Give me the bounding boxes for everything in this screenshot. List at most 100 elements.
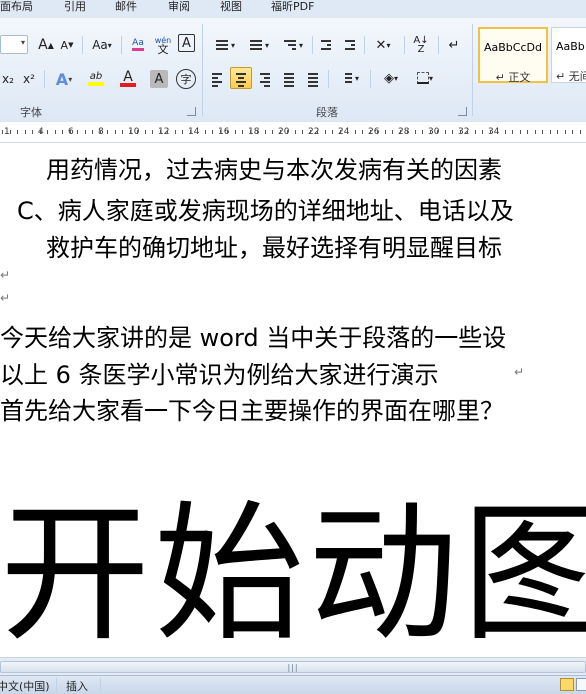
character-shading-button[interactable]: A	[150, 70, 168, 88]
ruler-tick	[265, 130, 266, 134]
ruler-tick	[370, 130, 371, 134]
chevron-down-icon: ▾	[230, 40, 235, 50]
show-marks-button[interactable]: ↵	[444, 34, 464, 56]
separator	[370, 70, 371, 88]
font-color-button[interactable]: A	[114, 68, 142, 90]
tab-review[interactable]: 审阅	[168, 0, 190, 18]
big-heading: 开始动图	[0, 488, 586, 657]
chevron-down-icon: ▾	[264, 40, 269, 50]
subscript-button[interactable]: x₂	[0, 68, 16, 90]
tab-page-layout[interactable]: 面布局	[0, 0, 33, 18]
ruler-tick	[175, 130, 176, 134]
ruler-number: 1	[4, 127, 10, 137]
style-sample: AaBbCcDd	[484, 41, 542, 54]
line-spacing-button[interactable]: ▾	[334, 67, 364, 89]
style-no-spacing[interactable]: AaBb ↵ 无间	[551, 27, 586, 83]
tab-references[interactable]: 引用	[64, 0, 86, 18]
decrease-indent-button[interactable]	[316, 34, 336, 56]
ruler-tick	[122, 130, 123, 134]
align-left-button[interactable]	[206, 67, 228, 89]
paragraph-mark-icon: ↵	[0, 268, 11, 282]
ruler-tick	[32, 130, 33, 134]
horizontal-scrollbar[interactable]: |||	[0, 657, 586, 676]
ruler-tick	[317, 130, 318, 134]
character-border-button[interactable]: A	[178, 34, 195, 52]
separator	[404, 36, 405, 54]
shrink-font-icon: A	[60, 38, 69, 52]
chevron-down-icon: ▾	[107, 40, 112, 50]
ruler-tick	[385, 130, 386, 134]
ruler-tick	[100, 130, 101, 134]
caret-down-icon: ▼	[68, 41, 74, 49]
ruler-tick	[437, 130, 438, 134]
phonetic-guide-button[interactable]: wén 文	[152, 34, 174, 56]
ruler-tick	[475, 130, 476, 134]
grow-font-icon: A	[38, 37, 48, 53]
ruler-tick	[512, 130, 513, 134]
sort-button[interactable]: A↓ Z	[410, 34, 432, 56]
tab-view[interactable]: 视图	[220, 0, 242, 18]
text-effects-icon: A	[55, 69, 69, 89]
pilcrow-icon: ↵	[448, 37, 460, 53]
chinese-layout-button[interactable]: ✕ ▾	[368, 34, 398, 56]
insert-mode-status[interactable]: 插入	[66, 678, 88, 694]
ruler-tick	[2, 130, 3, 134]
justify-icon	[281, 70, 297, 87]
tab-foxit-pdf[interactable]: 福昕PDF	[271, 0, 314, 18]
style-name: ↵ 无间	[556, 70, 586, 83]
ruler-tick	[167, 130, 168, 134]
ruler-tick	[92, 130, 93, 134]
ruler-tick	[497, 130, 498, 134]
chevron-down-icon: ▾	[68, 74, 73, 84]
enclose-characters-icon: 字	[180, 73, 192, 86]
ruler-tick	[280, 130, 281, 134]
ruler-tick	[527, 130, 528, 134]
document-area[interactable]: 用药情况，过去病史与本次发病有关的因素 C、病人家庭或发病现场的详细地址、电话以…	[0, 143, 586, 657]
separator	[364, 36, 365, 54]
paint-bucket-icon: ◈	[383, 70, 394, 86]
ruler-tick	[415, 130, 416, 134]
justify-button[interactable]	[278, 67, 300, 89]
font-size-box[interactable]: ▾	[0, 35, 28, 54]
chevron-down-icon: ▾	[354, 73, 359, 83]
change-case-button[interactable]: Aa ▾	[88, 34, 116, 56]
ruler-tick	[572, 130, 573, 134]
align-right-button[interactable]	[254, 67, 276, 89]
align-center-button[interactable]	[230, 67, 252, 89]
style-normal[interactable]: AaBbCcDd ↵ 正文	[478, 27, 548, 84]
grip-icon: |||	[287, 663, 299, 672]
borders-button[interactable]: ▾	[410, 67, 440, 89]
enclose-characters-button[interactable]: 字	[176, 69, 196, 89]
ruler-tick	[10, 130, 11, 134]
language-status[interactable]: 中文(中国)	[0, 678, 50, 694]
clear-formatting-button[interactable]: Aa	[128, 34, 148, 56]
bullets-button[interactable]: ▾	[208, 34, 240, 56]
increase-indent-button[interactable]	[340, 34, 360, 56]
shrink-font-button[interactable]: A ▼	[58, 34, 76, 56]
line-spacing-icon	[339, 70, 355, 86]
text-effects-button[interactable]: A ▾	[50, 68, 78, 90]
shading-button[interactable]: ◈ ▾	[376, 67, 406, 89]
paragraph-mark-icon: ↵	[514, 365, 525, 379]
print-layout-view-icon[interactable]	[560, 678, 574, 691]
horizontal-ruler[interactable]: 146810121416182022242628303234	[0, 122, 586, 143]
numbering-button[interactable]: ▾	[242, 34, 274, 56]
tab-mailings[interactable]: 邮件	[115, 0, 137, 18]
superscript-button[interactable]: x²	[20, 68, 38, 90]
style-name: ↵ 正文	[495, 71, 531, 84]
font-dialog-launcher-icon[interactable]	[187, 107, 196, 116]
distributed-button[interactable]	[302, 67, 324, 89]
distributed-icon	[305, 70, 321, 87]
paragraph-line: 救护车的确切地址，最好选择有明显醒目标	[46, 234, 502, 262]
multilevel-list-button[interactable]: ▾	[276, 34, 308, 56]
paragraph-mark-icon: ↵	[0, 291, 11, 305]
paragraph-dialog-launcher-icon[interactable]	[458, 107, 467, 116]
sort-z-icon: Z	[417, 44, 425, 55]
ruler-tick	[25, 130, 26, 134]
grow-font-button[interactable]: A ▲	[36, 34, 56, 56]
chevron-down-icon: ▾	[20, 38, 25, 47]
full-screen-view-icon[interactable]	[576, 678, 586, 691]
highlight-button[interactable]: ab	[82, 68, 110, 90]
scrollbar-thumb[interactable]: |||	[0, 661, 586, 673]
ruler-tick	[152, 130, 153, 134]
